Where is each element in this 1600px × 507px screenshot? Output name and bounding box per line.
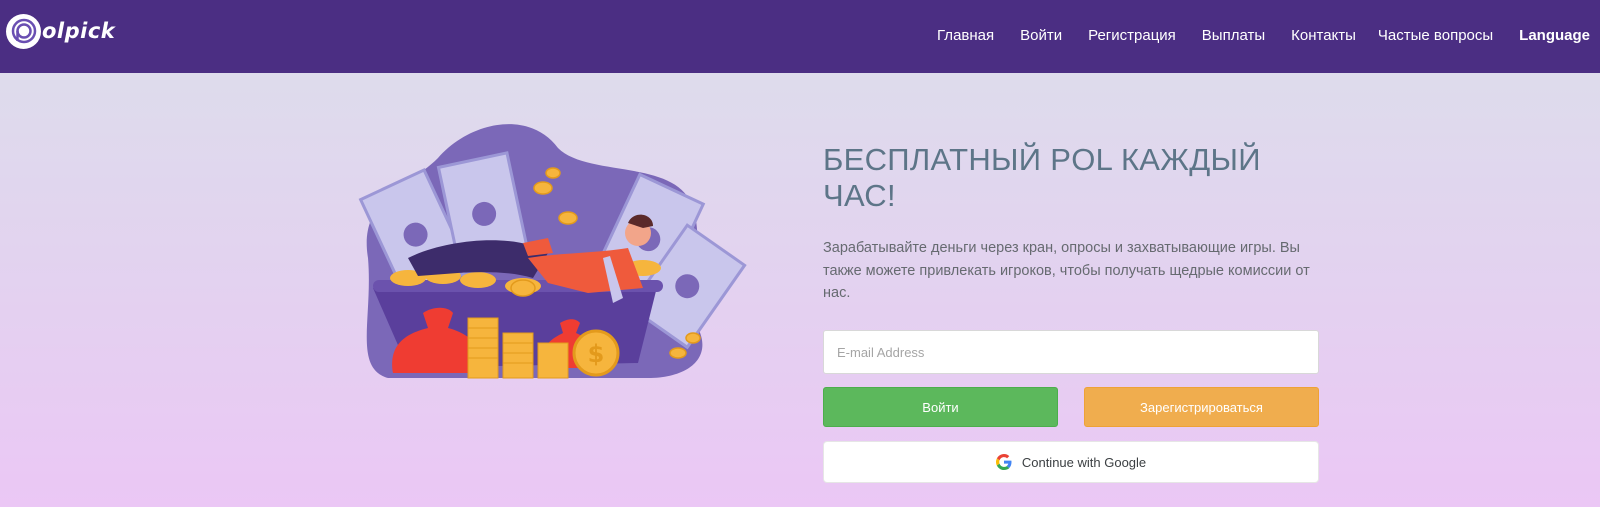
nav-language[interactable]: Language [1519,26,1590,46]
nav-contacts[interactable]: Контакты [1291,26,1356,46]
logo-text: olpick [42,19,116,43]
nav-register[interactable]: Регистрация [1088,26,1176,46]
google-icon [995,454,1022,470]
hero-description: Зарабатывайте деньги через кран, опросы … [823,240,1310,301]
email-input[interactable] [823,330,1319,374]
svg-text:$: $ [588,340,605,368]
register-button[interactable]: Зарегистрироваться [1084,387,1319,427]
polpick-logo-icon [6,13,41,49]
nav-faq[interactable]: Частые вопросы [1378,26,1493,46]
site-logo[interactable]: olpick [6,13,115,49]
login-button[interactable]: Войти [823,387,1058,427]
top-navbar: olpick Главная Войти Регистрация Выплаты… [0,0,1600,73]
hero-illustration: $ [348,118,748,386]
nav-home[interactable]: Главная [937,26,994,46]
main-nav: Главная Войти Регистрация Выплаты Контак… [911,26,1590,46]
hero-title: БЕСПЛАТНЫЙ POL КАЖДЫЙ ЧАС! [823,142,1261,213]
nav-login[interactable]: Войти [1020,26,1062,46]
google-login-button[interactable]: Continue with Google [823,441,1319,483]
google-button-label: Continue with Google [1021,454,1147,470]
nav-payouts[interactable]: Выплаты [1202,26,1265,46]
